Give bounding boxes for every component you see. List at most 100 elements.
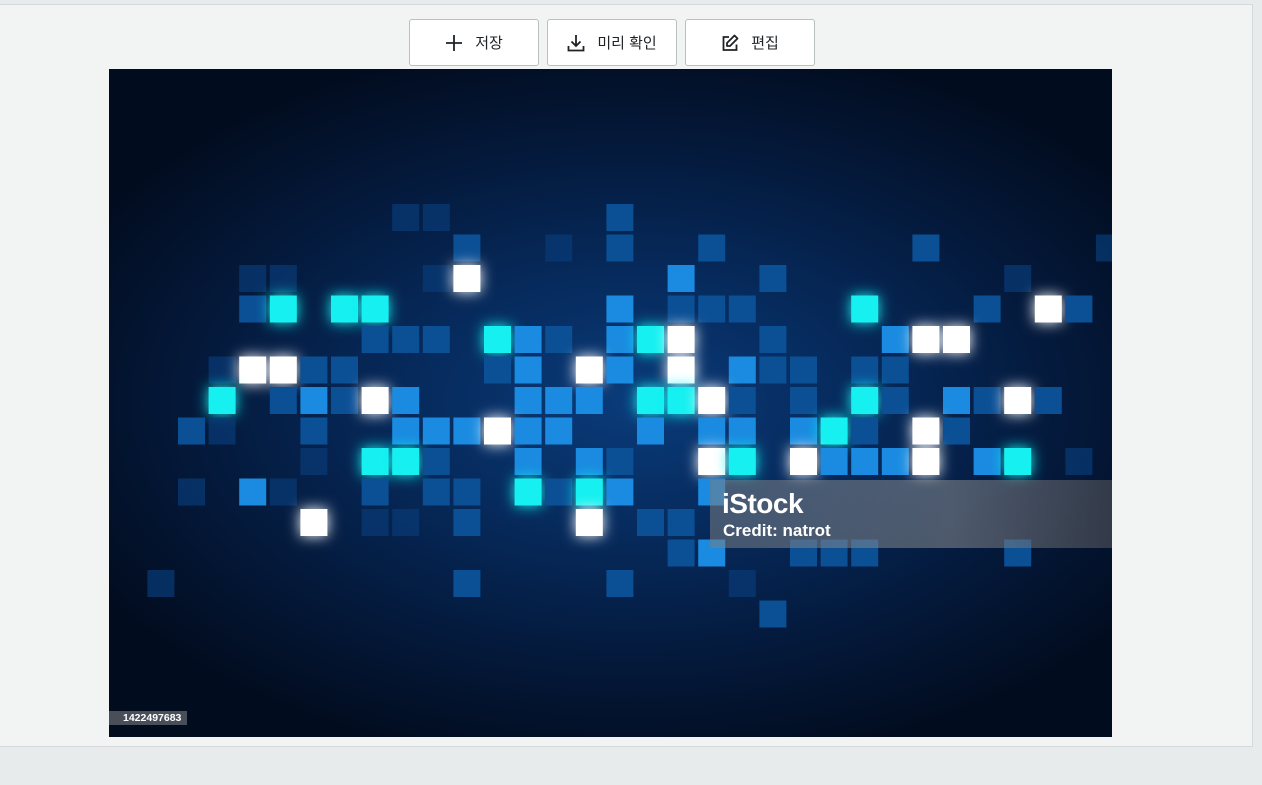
tile (851, 448, 879, 475)
tile (606, 478, 634, 506)
tile (728, 356, 756, 384)
tile (361, 387, 389, 414)
plus-icon (445, 34, 463, 52)
tile (667, 356, 695, 384)
tile (943, 326, 970, 353)
tile (422, 204, 450, 231)
tile (239, 356, 267, 384)
tile (453, 478, 481, 506)
tile (667, 295, 695, 323)
tile (514, 326, 542, 353)
tile (667, 509, 695, 536)
tile (606, 204, 634, 231)
tile (392, 326, 420, 353)
tile (484, 417, 511, 445)
tile (790, 387, 817, 414)
tile (208, 356, 236, 384)
watermark-credit: Credit: natrot (723, 521, 831, 540)
tile (392, 417, 420, 445)
tile (178, 417, 205, 445)
tile (973, 448, 1001, 475)
tile (881, 387, 909, 414)
save-button[interactable]: 저장 (409, 19, 539, 66)
edit-label: 편집 (751, 35, 779, 52)
tile (973, 295, 1001, 323)
tile (667, 387, 695, 414)
tile (269, 387, 297, 414)
tile (1096, 234, 1112, 262)
tile (545, 387, 573, 414)
tile (575, 387, 603, 414)
tile (300, 509, 328, 536)
tile (239, 295, 267, 323)
image-id-label: 1422497683 (109, 711, 188, 725)
tile (606, 234, 634, 262)
tile (484, 326, 511, 353)
tile (912, 234, 940, 262)
tile (1034, 387, 1062, 414)
tile (514, 356, 542, 384)
tile (545, 478, 573, 506)
tile (912, 417, 940, 445)
tile (269, 295, 297, 323)
tile (300, 356, 328, 384)
tile (453, 570, 481, 597)
tile (759, 356, 787, 384)
tile (239, 478, 267, 506)
tile (881, 326, 909, 353)
preview-button[interactable]: 미리 확인 (547, 19, 677, 66)
tile (208, 387, 236, 414)
tile (514, 448, 542, 475)
tile (698, 387, 726, 414)
tile (851, 295, 879, 323)
edit-icon (721, 34, 739, 52)
tile (453, 234, 481, 262)
watermark-logo: iStock (722, 488, 804, 519)
preview-label: 미리 확인 (597, 35, 657, 52)
tile (545, 326, 573, 353)
tile (698, 295, 726, 323)
tile (881, 448, 909, 475)
tile (606, 326, 634, 353)
tile (545, 234, 573, 262)
tile (422, 417, 450, 445)
tile (606, 356, 634, 384)
tile (851, 387, 879, 414)
tile (361, 509, 389, 536)
tile (147, 570, 175, 597)
tile (392, 509, 420, 536)
tile (759, 600, 787, 628)
tile (637, 509, 664, 536)
tile (667, 265, 695, 292)
tile (851, 356, 879, 384)
tile (1034, 295, 1062, 323)
tile (637, 387, 664, 414)
tile (1065, 295, 1093, 323)
tile (728, 417, 756, 445)
tile (575, 509, 603, 536)
tile (667, 326, 695, 353)
tile (453, 265, 481, 292)
tile (698, 234, 726, 262)
tile (453, 509, 481, 536)
tile (361, 326, 389, 353)
tile (300, 417, 328, 445)
tile (790, 448, 817, 475)
tile (728, 448, 756, 475)
tile (545, 417, 573, 445)
stock-photo: iStock Credit: natrot 1422497683 (109, 69, 1112, 737)
tile (514, 478, 542, 506)
tile (667, 539, 695, 567)
tile (361, 478, 389, 506)
tile (422, 326, 450, 353)
edit-button[interactable]: 편집 (685, 19, 815, 66)
tile (392, 448, 420, 475)
save-label: 저장 (475, 35, 503, 52)
tile (239, 265, 267, 292)
tile (453, 417, 481, 445)
tile (331, 356, 358, 384)
tile (269, 356, 297, 384)
tile (728, 570, 756, 597)
tile (361, 295, 389, 323)
tile (759, 265, 787, 292)
